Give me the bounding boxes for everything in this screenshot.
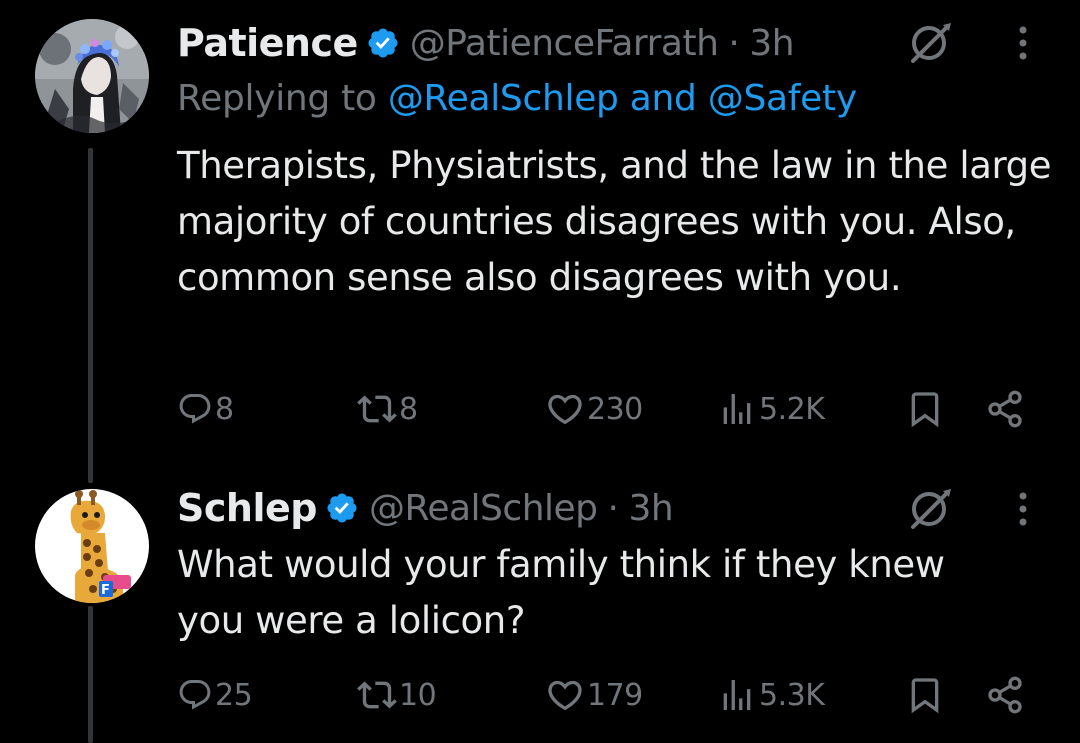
heart-icon [548,680,582,711]
retweet-button[interactable]: 10 [357,670,437,720]
author-handle[interactable]: @PatienceFarrath [410,23,719,64]
tweet-time[interactable]: 3h [749,23,794,64]
reply-icon [179,680,211,710]
author-name[interactable]: Patience [177,21,358,65]
grok-icon[interactable] [905,18,955,68]
tweet-time[interactable]: 3h [628,488,673,529]
bookmark-button[interactable] [905,384,945,434]
share-icon [988,390,1022,428]
share-icon [988,676,1022,714]
more-options-icon[interactable] [1013,484,1033,534]
reply-button[interactable]: 25 [177,670,253,720]
reply-icon [179,394,211,424]
tweet-text: Therapists, Physiatrists, and the law in… [177,144,1052,299]
reply-count: 8 [215,391,234,427]
like-button[interactable]: 179 [545,670,643,720]
retweet-count: 10 [399,677,437,713]
verified-badge-icon [368,28,398,58]
replying-to: Replying to @RealSchlep and @Safety [177,78,857,119]
svg-text:F: F [101,583,110,598]
avatar[interactable]: F [35,489,149,603]
bookmark-button[interactable] [905,670,945,720]
reply-button[interactable]: 8 [177,384,234,434]
bookmark-icon [911,392,939,428]
tweet-actions: 25 10 179 5.3K [177,670,1030,720]
thread-line [88,606,93,743]
anime-character-avatar-icon [35,19,149,133]
reply-count: 25 [215,677,253,713]
views-count: 5.3K [759,677,825,713]
retweet-count: 8 [399,391,418,427]
retweet-icon [357,395,397,423]
heart-icon [548,394,582,425]
verified-badge-icon [327,493,357,523]
tweet-actions: 8 8 230 5.2K [177,384,1030,434]
tweet-text: What would your family think if they kne… [177,543,945,642]
grok-icon[interactable] [905,484,955,534]
replying-to-conjunction: and [629,78,697,119]
avatar[interactable] [35,19,149,133]
mention-link[interactable]: @Safety [708,78,857,119]
giraffe-avatar-icon: F [35,489,149,603]
views-button[interactable]: 5.2K [717,384,825,434]
like-button[interactable]: 230 [545,384,643,434]
like-count: 179 [587,677,643,713]
views-icon [723,394,751,424]
views-icon [723,680,751,710]
share-button[interactable] [985,670,1025,720]
share-button[interactable] [985,384,1025,434]
author-handle[interactable]: @RealSchlep [369,488,598,529]
separator-dot: · [607,487,619,529]
like-count: 230 [587,391,643,427]
bookmark-icon [911,678,939,714]
replying-to-label: Replying to [177,78,377,119]
mention-link[interactable]: @RealSchlep [388,78,619,119]
views-count: 5.2K [759,391,825,427]
views-button[interactable]: 5.3K [717,670,825,720]
retweet-icon [357,681,397,709]
thread-line [88,148,93,483]
retweet-button[interactable]: 8 [357,384,418,434]
separator-dot: · [728,22,740,64]
author-name[interactable]: Schlep [177,486,317,530]
more-options-icon[interactable] [1013,18,1033,68]
